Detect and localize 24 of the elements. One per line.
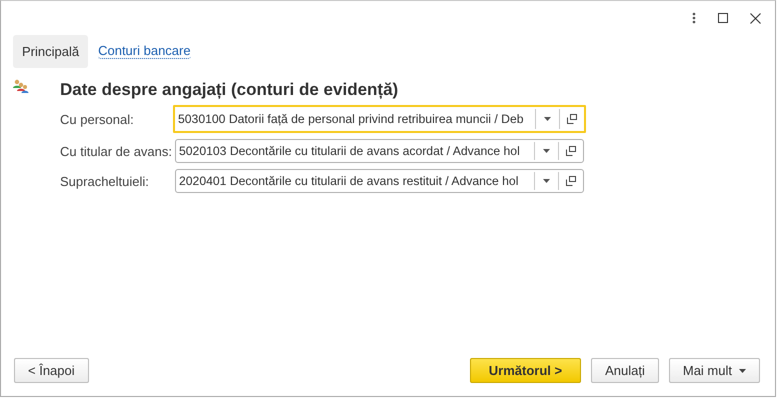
more-icon[interactable]: [692, 12, 696, 24]
dialog-button[interactable]: Anulați: [591, 358, 659, 383]
dropdown-icon[interactable]: [543, 149, 550, 153]
dialog-button[interactable]: Următorul >: [470, 358, 582, 383]
people-icon: [13, 79, 29, 93]
section-title: Date despre angajați (conturi de evidență): [60, 80, 398, 100]
open-icon[interactable]: [567, 114, 577, 124]
field-label: Cu titular de avans:: [60, 144, 174, 158]
dialog-button[interactable]: Mai mult: [668, 358, 760, 383]
field-label: Cu personal:: [60, 112, 135, 126]
dropdown-icon[interactable]: [544, 117, 551, 121]
maximize-icon[interactable]: [718, 13, 728, 23]
dropdown-icon[interactable]: [543, 179, 550, 183]
tab[interactable]: Conturi bancare: [98, 44, 191, 59]
field-label: Supracheltuieli:: [60, 174, 150, 188]
dialog-button[interactable]: < Înapoi: [14, 358, 89, 383]
open-icon[interactable]: [566, 146, 576, 156]
account-field[interactable]: 2020401 Decontările cu titularii de avans restituit / Advance hol: [175, 169, 584, 193]
caret-icon: [739, 368, 746, 372]
tab[interactable]: Principală: [13, 35, 88, 68]
open-icon[interactable]: [566, 176, 576, 186]
account-field[interactable]: 5030100 Datorii față de personal privind retribuirea muncii / Deb: [173, 105, 586, 133]
close-icon[interactable]: [750, 12, 761, 24]
account-field[interactable]: 5020103 Decontările cu titularii de avans acordat / Advance hol: [175, 139, 584, 163]
